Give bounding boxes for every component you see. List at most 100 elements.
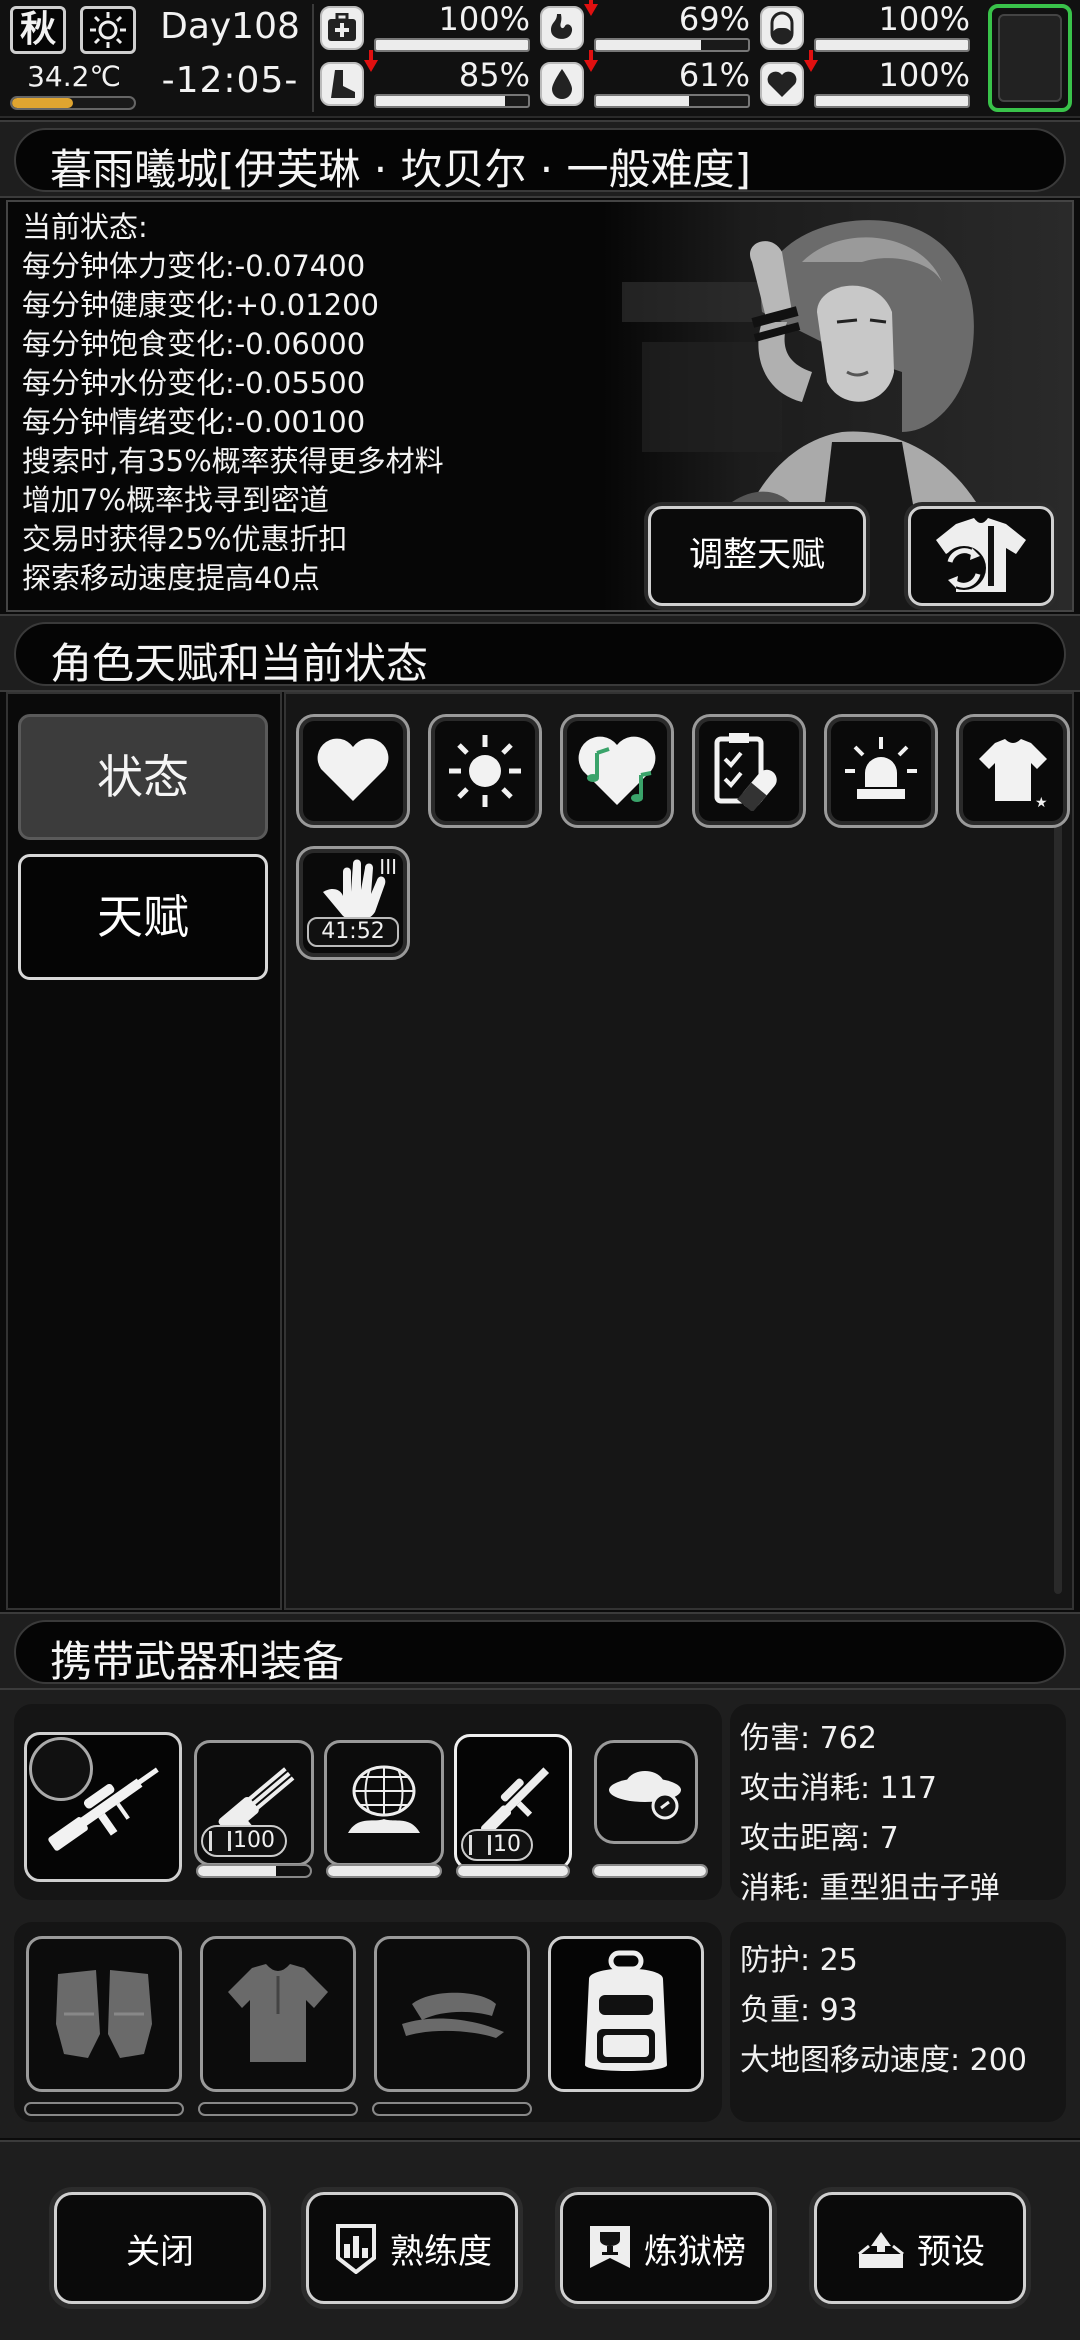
trophy-banner-icon [590,2226,630,2268]
gloves-icon [56,1970,152,2058]
buff-slot[interactable]: ★ [956,714,1070,828]
stat-water[interactable]: 61% [540,50,750,110]
stat-mood[interactable]: 100% [760,50,970,110]
weapon-durability-bar [592,1864,708,1878]
leaderboard-button[interactable]: 炼狱榜 [560,2192,772,2304]
gear-slot-gloves[interactable] [26,1936,182,2092]
status-line: 每分钟情绪变化:-0.00100 [22,405,366,439]
ufo-disc-icon [609,1771,681,1820]
stat-bar [374,38,530,52]
gear-stat: 大地图移动速度: 200 [740,2043,1027,2078]
visor-cap-icon [402,1992,504,2038]
buff-slot[interactable] [428,714,542,828]
close-button-label: 关闭 [126,2231,194,2272]
adjust-talent-button[interactable]: 调整天赋 [648,506,866,606]
proficiency-icon [336,2224,376,2274]
equipment-panel: 100 10 伤害: 762 攻击消耗: 117 攻击距离: 7 消耗: 重型狙… [0,1690,1080,2138]
gear-slot-backpack[interactable] [548,1936,704,2092]
durability-fill [458,1866,568,1876]
outfit-swap-button[interactable] [908,506,1054,606]
buff-slot[interactable] [692,714,806,828]
heart-icon [317,738,389,801]
footer-bar: 关闭 熟练度 炼狱榜 预设 [0,2140,1080,2340]
buff-scrollbar[interactable] [1054,814,1062,1594]
ammo-count: 100 [201,1825,287,1857]
stat-stamina[interactable]: 100% [760,0,970,54]
preset-button[interactable]: 预设 [814,2192,1026,2304]
game-clock: -12:05- [161,60,299,101]
water-drop-icon [540,62,584,106]
weapon-stat: 攻击距离: 7 [740,1821,899,1856]
talent-title: 角色天赋和当前状态 [50,639,429,688]
temperature-readout: 34.2℃ [27,60,121,93]
heart-icon [760,62,804,106]
durability-fill [198,1866,277,1876]
preset-button-label: 预设 [917,2231,985,2272]
outfit-swap-icon [936,518,1026,592]
music-heart-icon [578,736,656,805]
stat-value: 100% [878,56,970,94]
stat-bar [814,38,970,52]
weather-indicator [80,6,136,54]
gear-durability-bar [198,2102,358,2116]
net-trap-icon [348,1765,420,1833]
weapon-slot-selected[interactable]: 10 [454,1734,572,1870]
buff-slot[interactable] [560,714,674,828]
gear-durability-bar [372,2102,532,2116]
stat-bar-fill [376,96,506,106]
svg-text:★: ★ [1035,795,1048,811]
weapon-slot[interactable] [594,1740,698,1844]
close-button[interactable]: 关闭 [54,2192,266,2304]
stat-health[interactable]: 100% [320,0,530,54]
decrease-arrow-icon [364,50,378,72]
weapon-durability-bar [326,1864,442,1878]
weapon-durability-bar [196,1864,312,1878]
proficiency-button-label: 熟练度 [390,2231,492,2272]
weapon-stat: 伤害: 762 [740,1721,877,1756]
stat-bar-fill [816,40,968,50]
sun-icon [90,12,126,48]
stat-leg[interactable]: 85% [320,50,530,110]
weapon-slot[interactable]: 100 [194,1740,314,1866]
stomach-icon [540,6,584,50]
stat-value: 100% [438,0,530,38]
status-lines: 当前状态: 每分钟体力变化:-0.07400 每分钟健康变化:+0.01200 … [22,208,444,598]
status-line: 每分钟体力变化:-0.07400 [22,249,366,283]
shirt-icon [228,1964,328,2062]
gear-slot-shirt[interactable] [200,1936,356,2092]
weapon-stats: 伤害: 762 攻击消耗: 117 攻击距离: 7 消耗: 重型狙击子弹 [730,1704,1066,1906]
gear-stats: 防护: 25 负重: 93 大地图移动速度: 200 [730,1922,1066,2122]
stat-bar [814,94,970,108]
character-title-pill: 暮雨曦城[伊芙琳 · 坎贝尔 · 一般难度] [14,128,1066,194]
temperature-bar [10,96,136,110]
weapon-slot[interactable] [324,1740,444,1866]
stat-hunger[interactable]: 69% [540,0,750,54]
tab-status[interactable]: 状态 [18,714,268,840]
decrease-arrow-icon [584,0,598,16]
quick-slot[interactable] [988,4,1072,112]
stat-bar-fill [596,40,701,50]
hud-divider [312,4,314,112]
buff-grid: ★ III 41:52 [284,692,1074,1610]
status-line: 增加7%概率找寻到密道 [22,483,330,517]
stat-bar [594,38,750,52]
buff-slot[interactable] [296,714,410,828]
status-line: 每分钟水份变化:-0.05500 [22,366,366,400]
backpack-icon [585,1950,667,2071]
gear-slot-headwear[interactable] [374,1936,530,2092]
proficiency-button[interactable]: 熟练度 [306,2192,518,2304]
buff-slot-timed[interactable]: III 41:52 [296,846,410,960]
medical-clipboard-icon [714,733,777,811]
stat-bar-fill [376,40,528,50]
buff-slot[interactable] [824,714,938,828]
weapon-stat: 攻击消耗: 117 [740,1771,937,1806]
season-badge: 秋 [10,6,66,54]
stat-bar-fill [596,96,689,106]
stat-value: 100% [878,0,970,38]
equipment-title: 携带武器和装备 [50,1637,345,1686]
tab-talent[interactable]: 天赋 [18,854,268,980]
status-line: 探索移动速度提高40点 [22,561,320,595]
status-line: 每分钟健康变化:+0.01200 [22,288,379,322]
stat-bar-fill [816,96,968,106]
weapon-slot-primary[interactable] [24,1732,182,1882]
